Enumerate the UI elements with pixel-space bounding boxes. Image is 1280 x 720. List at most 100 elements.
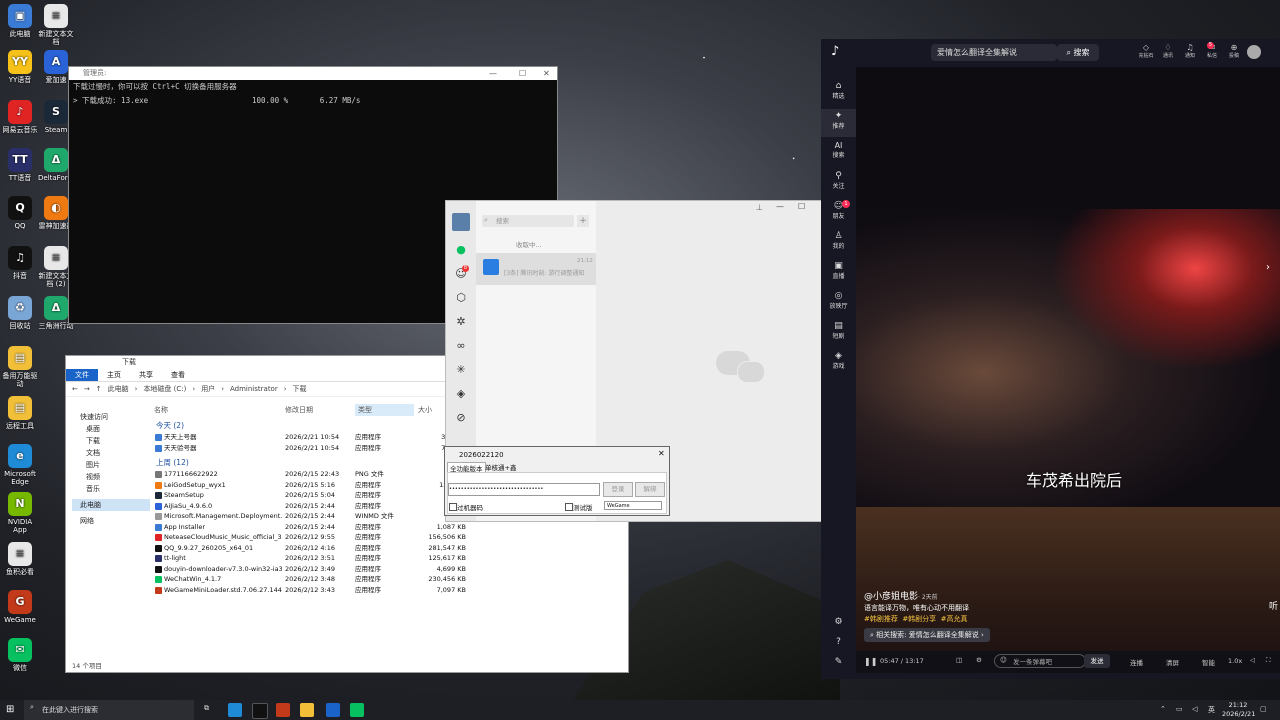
emoji-icon[interactable]: ☺ xyxy=(1000,656,1007,664)
search-button[interactable]: ⌕ 搜索 xyxy=(1057,44,1099,61)
autoplay-toggle[interactable]: 连播 xyxy=(1130,657,1143,667)
nav-featured[interactable]: ⌂ 精选 xyxy=(821,81,856,100)
nav-cinema[interactable]: ◎ 放映厅 xyxy=(821,291,856,310)
desktop-icon[interactable]: Q QQ xyxy=(2,196,38,230)
desktop-icon[interactable]: ≡ 鱼积必看 xyxy=(2,542,38,576)
pause-icon[interactable]: ❚❚ xyxy=(864,657,877,666)
related-search[interactable]: ⌕ 相关搜索: 爱情怎么翻译全集解说 › xyxy=(864,628,990,642)
desktop-icon[interactable]: ≡ 新建文本文档 xyxy=(38,4,74,46)
nav-games[interactable]: ◈ 游戏 xyxy=(821,351,856,370)
file-row[interactable]: NeteaseCloudMusic_Music_official_3... 202… xyxy=(154,532,534,543)
breadcrumb-item[interactable]: Administrator xyxy=(230,385,278,393)
video-player[interactable]: 车茂希出院后 @小彦姐电影· 2天前 语言能译万物，唯有心动不用翻译 #韩剧推荐… xyxy=(856,67,1280,672)
pin-icon[interactable]: ⊥ xyxy=(756,203,763,212)
group-today[interactable]: 今天 (2) xyxy=(156,420,184,431)
breadcrumb-item[interactable]: 本地磁盘 (C:) xyxy=(143,384,186,394)
breadcrumb-item[interactable]: 下载 xyxy=(293,384,307,394)
terminal-taskbar-icon[interactable] xyxy=(326,703,340,717)
miniprogram-icon[interactable]: ◈ xyxy=(454,387,468,401)
feedback-icon[interactable]: ✎ xyxy=(821,657,856,667)
login-button[interactable]: 登录 xyxy=(603,482,633,497)
author-name[interactable]: @小彦姐电影· 2天前 xyxy=(864,589,938,602)
password-field[interactable]: •••••••••••••••••••••••••••••••• xyxy=(448,483,600,496)
wechat-taskbar-icon[interactable] xyxy=(350,703,364,717)
desktop-icon[interactable]: ▣ 此电脑 xyxy=(2,4,38,38)
back-arrow-icon[interactable]: ← xyxy=(72,385,78,393)
nav-drama[interactable]: ▤ 短剧 xyxy=(821,321,856,340)
breadcrumb-item[interactable]: 用户 xyxy=(201,384,215,394)
taskbar-search[interactable]: 在此键入进行搜索 xyxy=(24,700,194,720)
desktop-icon[interactable]: e Microsoft Edge xyxy=(2,444,38,486)
nav-friends[interactable]: ☺ 朋友 xyxy=(821,201,856,220)
forward-arrow-icon[interactable]: → xyxy=(84,385,90,393)
nav-item-music[interactable]: 音乐 xyxy=(72,483,150,495)
list-item[interactable]: 21:12 [3条] 腾讯时刻: 游行调整通知 xyxy=(476,253,596,285)
desktop-icon[interactable]: TT TT语音 xyxy=(2,148,38,182)
col-size[interactable]: 大小 xyxy=(418,404,432,416)
tab-core[interactable]: 单核通+鑫 xyxy=(483,462,518,472)
nav-live[interactable]: ▣ 直播 xyxy=(821,261,856,280)
col-name[interactable]: 名称 xyxy=(154,404,168,416)
send-button[interactable]: 发送 xyxy=(1084,654,1110,668)
desktop-icon[interactable]: ♫ 抖音 xyxy=(2,246,38,280)
platform-select[interactable]: WeGame xyxy=(604,501,662,510)
speaker-icon[interactable]: ◁ xyxy=(1192,705,1197,713)
close-button[interactable]: ✕ xyxy=(543,67,550,80)
contacts-button[interactable]: ♢ 通讯 xyxy=(1157,43,1179,59)
search-input[interactable]: 爱情怎么翻译全集解说 xyxy=(931,44,1057,61)
col-date[interactable]: 修改日期 xyxy=(285,404,313,416)
breadcrumb-item[interactable]: 此电脑 xyxy=(108,384,129,394)
desktop-icon[interactable]: YY YY语音 xyxy=(2,50,38,84)
help-icon[interactable]: ? xyxy=(821,637,856,647)
nav-recommend[interactable]: ✦ 推荐 xyxy=(821,109,856,137)
chat-icon[interactable]: ● xyxy=(454,243,468,257)
search-input[interactable]: 搜索 xyxy=(482,215,574,227)
danmaku-input[interactable]: 发一条弹幕吧 xyxy=(994,654,1086,668)
nav-search[interactable]: AI 搜索 xyxy=(821,141,856,159)
douyin-window[interactable]: ♪ 爱情怎么翻译全集解说 ⌕ 搜索 ◇充钻石 ♢通讯 ♫通知 ✉私信 5 ⊕投稿… xyxy=(821,39,1280,679)
desktop-icon[interactable]: N NVIDIA App xyxy=(2,492,38,534)
quality-button[interactable]: 智能 xyxy=(1202,657,1215,667)
clear-screen-toggle[interactable]: 清屏 xyxy=(1166,657,1179,667)
desktop-icon[interactable]: ♪ 网易云音乐 xyxy=(2,100,38,134)
desktop-icon[interactable]: G WeGame xyxy=(2,590,38,624)
unbind-button[interactable]: 解绑 xyxy=(635,482,665,497)
fullscreen-icon[interactable]: ⛶ xyxy=(1266,656,1271,665)
notifications-icon[interactable]: ▢ xyxy=(1260,705,1267,713)
input-method[interactable]: 英 xyxy=(1208,705,1215,715)
nav-item-quick-access[interactable]: 快速访问 xyxy=(72,411,150,423)
nav-item-documents[interactable]: 文档 xyxy=(72,447,150,459)
desktop-icon[interactable]: ✉ 微信 xyxy=(2,638,38,672)
upload-button[interactable]: ⊕ 投稿 xyxy=(1223,43,1245,59)
video-tags[interactable]: #韩剧推荐 #韩剧分享 #高允真 xyxy=(864,614,968,624)
side-panel-toggle[interactable]: › xyxy=(1266,262,1270,273)
group-lastweek[interactable]: 上周 (12) xyxy=(156,457,189,468)
ribbon-tab-share[interactable]: 共享 xyxy=(130,369,162,381)
login-dialog[interactable]: 2026022120 ✕ 全功能版本 单核通+鑫 •••••••••••••••… xyxy=(444,446,670,516)
speed-button[interactable]: 1.0x xyxy=(1228,657,1242,665)
cmd-titlebar[interactable]: 管理员: — ☐ ✕ xyxy=(69,67,557,80)
channels-icon[interactable]: ∞ xyxy=(454,339,468,353)
danmaku-settings-icon[interactable]: ⚙ xyxy=(976,656,982,664)
network-icon[interactable]: ▭ xyxy=(1176,705,1183,713)
ribbon-tab-view[interactable]: 查看 xyxy=(162,369,194,381)
machine-code-checkbox[interactable] xyxy=(449,503,457,511)
up-arrow-icon[interactable]: ↑ xyxy=(96,385,102,393)
desktop-icon[interactable]: ▤ 备用万能驱动 xyxy=(2,346,38,388)
file-row[interactable]: App Installer 2026/2/15 2:44 应用程序 1,087 KB xyxy=(154,522,534,533)
minimize-button[interactable]: — xyxy=(776,202,784,211)
avatar[interactable] xyxy=(452,213,470,231)
file-row[interactable]: WeGameMiniLoader.std.7.06.27.1446 2026/2/… xyxy=(154,585,534,596)
add-button[interactable]: + xyxy=(577,215,589,227)
file-row[interactable]: WeChatWin_4.1.7 2026/2/12 3:48 应用程序 230,456… xyxy=(154,574,534,585)
settings-icon[interactable]: ⚙ xyxy=(821,617,856,627)
file-row[interactable]: douyin-downloader-v7.3.0-win32-ia3... 202… xyxy=(154,564,534,575)
nav-item-desktop[interactable]: 桌面 xyxy=(72,423,150,435)
diamond-button[interactable]: ◇ 充钻石 xyxy=(1135,43,1157,59)
notify-button[interactable]: ♫ 通知 xyxy=(1179,43,1201,59)
ribbon-tab-file[interactable]: 文件 xyxy=(66,369,98,381)
file-row[interactable]: QQ_9.9.27_260205_x64_01 2026/2/12 4:16 应用程… xyxy=(154,543,534,554)
moments-icon[interactable]: ✲ xyxy=(454,315,468,329)
file-row[interactable]: tt-light 2026/2/12 3:51 应用程序 125,617 KB xyxy=(154,553,534,564)
search-icon[interactable]: ✳ xyxy=(454,363,468,377)
